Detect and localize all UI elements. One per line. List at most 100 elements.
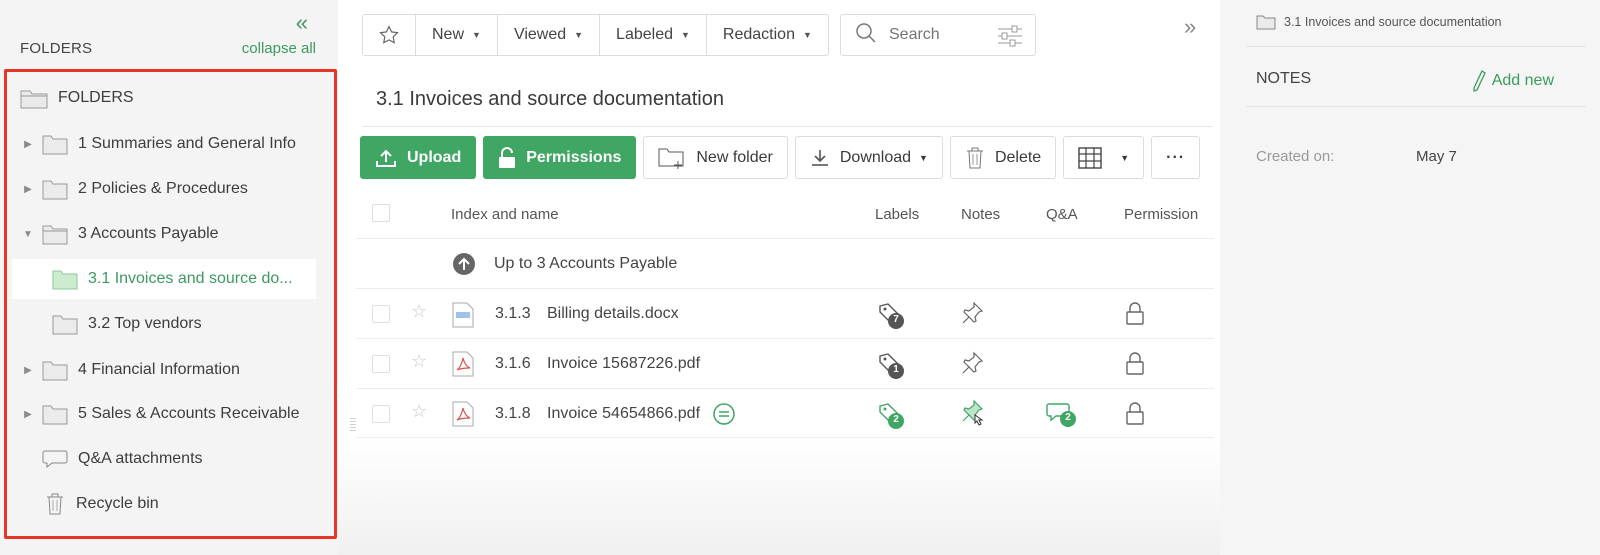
tree-root-folders[interactable]: FOLDERS <box>20 78 134 118</box>
expand-caret-icon[interactable]: ▶ <box>20 139 36 150</box>
pdf-file-icon <box>452 401 474 432</box>
row-index: 3.1.8 <box>495 405 531 422</box>
filter-redaction-dropdown[interactable]: Redaction ▼ <box>707 15 828 55</box>
expand-right-panel-icon[interactable]: » <box>1184 14 1196 40</box>
folder-icon <box>42 403 68 425</box>
sidebar-item-policies[interactable]: ▶ 2 Policies & Procedures <box>20 169 248 209</box>
sidebar-item-summaries[interactable]: ▶ 1 Summaries and General Info <box>20 124 296 164</box>
pin-note-icon[interactable] <box>960 351 984 382</box>
sidebar-item-invoices[interactable]: 3.1 Invoices and source do... <box>12 259 316 299</box>
details-panel: 3.1 Invoices and source documentation NO… <box>1220 0 1600 555</box>
pin-note-icon[interactable] <box>960 399 986 434</box>
column-header-labels[interactable]: Labels <box>875 206 919 223</box>
lock-icon[interactable] <box>1126 301 1144 330</box>
permissions-button[interactable]: Permissions <box>483 136 637 179</box>
download-button[interactable]: Download ▼ <box>794 136 943 179</box>
chevron-down-icon: ▼ <box>681 30 690 40</box>
open-folder-icon <box>42 223 68 245</box>
sidebar-item-accounts-payable[interactable]: ▼ 3 Accounts Payable <box>20 214 219 254</box>
sidebar-item-recycle-bin[interactable]: Recycle bin <box>44 484 159 524</box>
tree-root-label: FOLDERS <box>58 89 134 106</box>
search-input[interactable] <box>889 26 989 44</box>
table-row[interactable]: ☆ 3.1.8 Invoice 54654866.pdf 2 2 <box>356 388 1214 438</box>
add-note-button[interactable]: Add new <box>1472 70 1554 92</box>
chevron-down-icon: ▼ <box>574 30 584 40</box>
sidebar-title: FOLDERS <box>20 40 93 57</box>
folder-icon <box>42 133 68 155</box>
row-checkbox[interactable] <box>372 305 390 323</box>
filter-new-dropdown[interactable]: New ▼ <box>416 15 498 55</box>
chevron-down-icon: ▼ <box>472 30 481 40</box>
column-header-name[interactable]: Index and name <box>451 206 559 223</box>
table-row[interactable]: ☆ 3.1.6 Invoice 15687226.pdf 1 <box>356 338 1214 388</box>
page-title: 3.1 Invoices and source documentation <box>376 88 724 110</box>
up-folder-link[interactable]: Up to 3 Accounts Payable <box>494 255 677 273</box>
delete-button[interactable]: Delete <box>949 136 1057 179</box>
label-tag-icon[interactable]: 1 <box>877 351 907 381</box>
divider <box>1246 46 1586 47</box>
expand-caret-icon[interactable]: ▶ <box>20 365 36 376</box>
chevron-down-icon: ▼ <box>919 152 928 163</box>
collapse-sidebar-icon[interactable]: « <box>296 10 308 36</box>
column-header-qa[interactable]: Q&A <box>1046 206 1078 223</box>
favorites-star-button[interactable] <box>363 15 416 55</box>
column-header-permission[interactable]: Permission <box>1124 206 1198 223</box>
sidebar-item-label: 4 Financial Information <box>78 361 240 378</box>
file-name-link[interactable]: Invoice 15687226.pdf <box>547 355 700 373</box>
column-header-notes[interactable]: Notes <box>961 206 1000 223</box>
star-icon[interactable]: ☆ <box>411 351 427 372</box>
label-count: 2 <box>893 414 899 425</box>
file-name-link[interactable]: Billing details.docx <box>547 305 679 323</box>
open-folder-icon <box>20 87 48 109</box>
pencil-icon <box>1472 70 1486 92</box>
new-folder-button[interactable]: New folder <box>643 136 788 179</box>
sidebar-item-label: 3.1 Invoices and source do... <box>88 270 293 287</box>
download-label: Download <box>839 148 912 166</box>
label-tag-icon[interactable]: 2 <box>877 401 907 431</box>
pin-note-icon[interactable] <box>960 301 984 332</box>
sidebar-item-sales[interactable]: ▶ 5 Sales & Accounts Receivable <box>20 394 299 434</box>
trash-icon <box>965 146 985 170</box>
sidebar-item-qa-attachments[interactable]: Q&A attachments <box>42 439 203 479</box>
filter-labeled-dropdown[interactable]: Labeled ▼ <box>600 15 707 55</box>
upload-button[interactable]: Upload <box>360 136 477 179</box>
sidebar-item-financial[interactable]: ▶ 4 Financial Information <box>20 350 240 390</box>
search-filters-icon[interactable] <box>997 25 1023 52</box>
filter-viewed-dropdown[interactable]: Viewed ▼ <box>498 15 601 55</box>
redaction-status-icon[interactable] <box>713 403 735 430</box>
filter-viewed-label: Viewed <box>513 26 567 43</box>
star-icon[interactable]: ☆ <box>411 401 427 422</box>
file-name-link[interactable]: Invoice 54654866.pdf <box>547 405 700 423</box>
row-drag-handle[interactable] <box>350 418 356 432</box>
more-actions-button[interactable]: ··· <box>1151 136 1201 179</box>
expand-caret-icon[interactable]: ▶ <box>20 409 36 420</box>
collapse-all-link[interactable]: collapse all <box>242 40 316 57</box>
qa-comment-icon[interactable]: 2 <box>1046 401 1080 434</box>
sidebar-item-top-vendors[interactable]: 3.2 Top vendors <box>52 304 202 344</box>
folder-icon <box>42 359 68 381</box>
collapse-caret-icon[interactable]: ▼ <box>20 229 36 240</box>
lock-icon[interactable] <box>1126 401 1144 430</box>
row-checkbox[interactable] <box>372 355 390 373</box>
folders-sidebar: « FOLDERS collapse all FOLDERS ▶ 1 Summa… <box>0 0 338 555</box>
arrow-up-circle-icon[interactable] <box>452 252 476 281</box>
expand-caret-icon[interactable]: ▶ <box>20 184 36 195</box>
pdf-file-icon <box>452 351 474 382</box>
table-row[interactable]: ☆ 3.1.3 Billing details.docx 7 <box>356 288 1214 338</box>
filter-labeled-label: Labeled <box>616 26 673 43</box>
row-checkbox[interactable] <box>372 405 390 423</box>
star-icon[interactable]: ☆ <box>411 301 427 322</box>
search-box[interactable] <box>840 14 1036 56</box>
view-mode-dropdown[interactable]: ▼ <box>1063 136 1145 179</box>
chevron-down-icon: ▼ <box>1120 152 1130 163</box>
unlock-icon <box>498 146 516 169</box>
label-tag-icon[interactable]: 7 <box>877 301 907 331</box>
notes-title: NOTES <box>1256 70 1312 87</box>
table-view-icon <box>1078 146 1102 169</box>
lock-icon[interactable] <box>1126 351 1144 380</box>
folder-icon <box>52 313 78 335</box>
select-all-checkbox[interactable] <box>372 204 390 222</box>
up-folder-row[interactable]: Up to 3 Accounts Payable <box>356 238 1214 288</box>
filter-toolbar: New ▼ Viewed ▼ Labeled ▼ Redaction ▼ <box>362 14 829 56</box>
label-count: 1 <box>893 364 899 375</box>
